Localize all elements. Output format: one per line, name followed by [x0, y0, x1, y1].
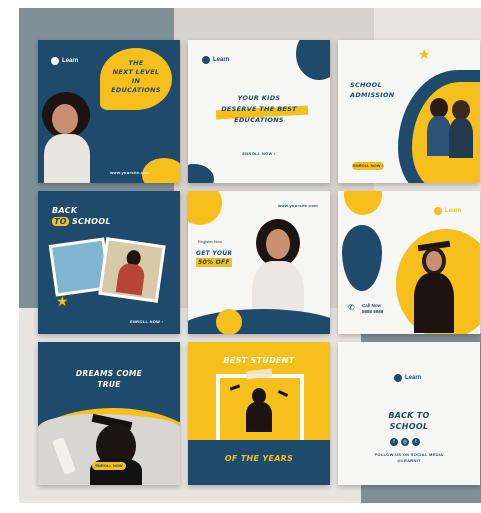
brand-logo: Learn: [434, 207, 461, 215]
enroll-button[interactable]: ENROLL NOW: [92, 462, 126, 470]
headline: BACK TO SCHOOL: [52, 206, 111, 226]
graduation-cap-icon: [229, 384, 241, 391]
social-icons: f ◎ t: [390, 438, 420, 446]
headline: DREAMS COME TRUE: [75, 369, 143, 389]
enroll-link[interactable]: ENROLL NOW ›: [188, 151, 330, 156]
headline: BACK TO SCHOOL: [388, 411, 430, 431]
post-tile-social: Learn BACK TO SCHOOL f ◎ t FOLLOW US ON …: [338, 342, 480, 485]
offer-text: GET YOUR 50% OFF: [196, 250, 233, 267]
instagram-icon[interactable]: ◎: [401, 438, 409, 446]
logo-icon: [202, 56, 210, 64]
photo-card: [98, 237, 166, 303]
decorative-wave: [188, 309, 330, 334]
post-tile-dreams: DREAMS COME TRUE ENROLL NOW: [38, 342, 180, 485]
decorative-blob: [296, 40, 330, 80]
decorative-blob: [342, 225, 382, 291]
star-icon: ★: [56, 293, 69, 309]
phone-icon: ✆: [348, 303, 355, 312]
post-tile-next-level: Learn THE NEXT LEVEL IN EDUCATIONS www.y…: [38, 40, 180, 183]
headline: YOUR KIDS DESERVE THE BEST EDUCATIONS: [221, 94, 297, 124]
post-tile-back-to-school: BACK TO SCHOOL ★ ENROLL NOW ›: [38, 191, 180, 334]
headline: SCHOOL ADMISSION: [350, 81, 395, 99]
brand-logo: Learn: [394, 374, 421, 382]
logo-icon: [394, 374, 402, 382]
logo-icon: [51, 57, 59, 65]
decorative-blob: [188, 191, 222, 225]
headline: THE NEXT LEVEL IN EDUCATIONS: [111, 59, 161, 94]
mockup-stage: Learn THE NEXT LEVEL IN EDUCATIONS www.y…: [19, 8, 481, 503]
brand-logo: Learn: [51, 57, 78, 65]
graduation-cap-icon: [277, 390, 289, 397]
brand-logo: Learn: [202, 56, 229, 64]
contact-info: Call Now 8888 8888: [362, 303, 384, 314]
post-tile-school-admission: ★ SCHOOL ADMISSION ENROLL NOW ›: [338, 40, 480, 183]
post-tile-discount: www.yoursite.com Register Now GET YOUR 5…: [188, 191, 330, 334]
decorative-blob: [188, 164, 214, 183]
twitter-icon[interactable]: t: [412, 438, 420, 446]
decorative-blob: [344, 191, 382, 215]
post-tile-best-student: BEST STUDENT OF THE YEARS: [188, 342, 330, 485]
post-tile-graduate: Learn ✆ Call Now 8888 8888: [338, 191, 480, 334]
photo-frame: [216, 374, 304, 444]
logo-icon: [434, 207, 442, 215]
facebook-icon[interactable]: f: [390, 438, 398, 446]
enroll-button[interactable]: ENROLL NOW ›: [352, 162, 384, 170]
enroll-link[interactable]: ENROLL NOW ›: [130, 319, 163, 324]
decorative-blob: [216, 309, 242, 334]
post-tile-your-kids: Learn YOUR KIDS DESERVE THE BEST EDUCATI…: [188, 40, 330, 183]
star-icon: ★: [418, 46, 431, 62]
